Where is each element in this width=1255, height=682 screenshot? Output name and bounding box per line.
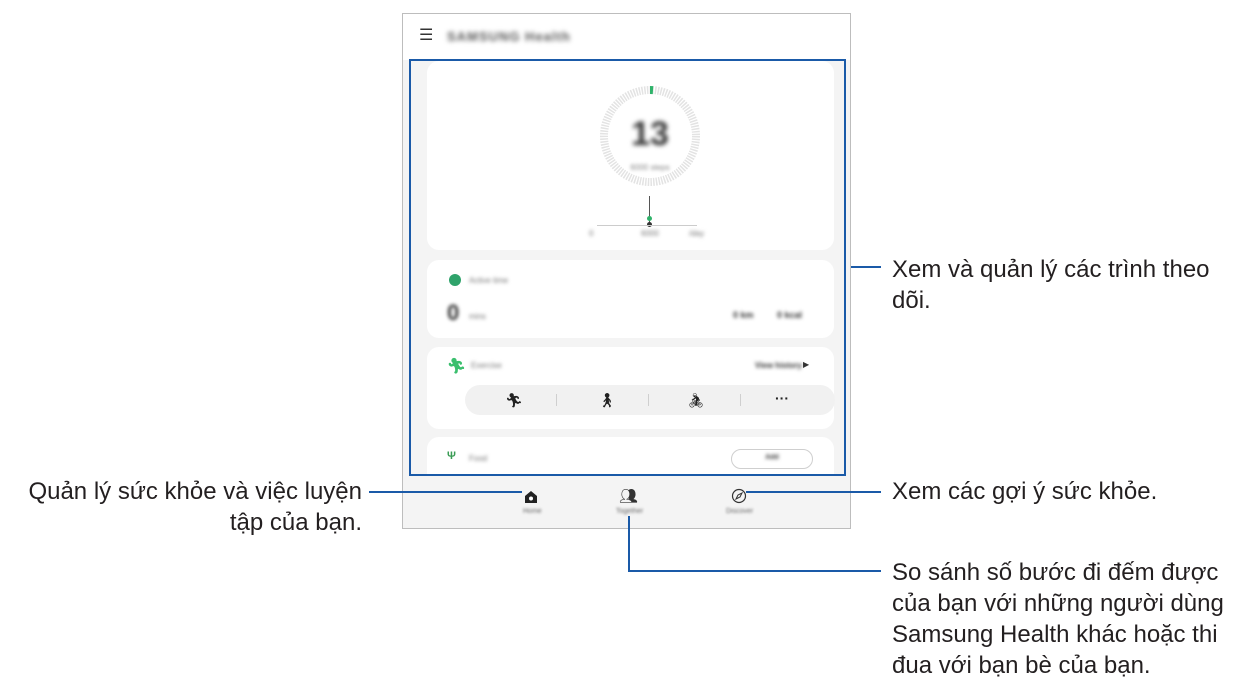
active-time-card[interactable]: Active time 0 mins 0 km 0 kcal: [427, 260, 834, 338]
distance-value: 0 km: [733, 310, 754, 320]
add-food-label: Add: [765, 454, 779, 461]
divider: [740, 394, 741, 406]
timeline-end: /day: [689, 229, 705, 238]
calories-value: 0 kcal: [777, 310, 803, 320]
view-history-arrow-icon[interactable]: ▶: [803, 360, 809, 369]
fork-knife-icon: Ψ: [447, 450, 456, 462]
app-title: SAMSUNG Health: [447, 29, 571, 44]
compass-icon: [731, 488, 747, 504]
callout-home: Quản lý sức khỏe và việc luyện tập của b…: [28, 478, 362, 536]
trackers-area: 13 6000 steps 0 6000 /day Active time 0 …: [409, 59, 846, 476]
steps-goal-label: 6000 steps: [630, 163, 670, 172]
nav-home[interactable]: Home: [501, 482, 561, 526]
active-time-title: Active time: [469, 276, 509, 285]
app-header: ☰ SAMSUNG Health: [403, 14, 850, 60]
nav-together-label: Together: [616, 508, 644, 515]
exercise-title: Exercise: [471, 361, 502, 370]
callout-line-discover: [746, 491, 881, 493]
divider: [556, 394, 557, 406]
running-icon[interactable]: 🏃︎: [505, 392, 523, 408]
callout-line-trackers: [851, 266, 881, 268]
cycling-icon[interactable]: 🚴︎: [687, 392, 705, 408]
people-icon: 👥︎: [619, 488, 639, 505]
callout-line-together-h: [628, 570, 881, 572]
active-time-unit: mins: [469, 312, 486, 321]
steps-count: 13: [631, 115, 669, 153]
nav-discover[interactable]: Discover: [709, 482, 769, 526]
callout-together: So sánh số bước đi đếm được của bạn với …: [892, 559, 1224, 679]
timeline-mid: 6000: [641, 229, 659, 238]
exercise-card[interactable]: 🏃︎ Exercise View history ▶ 🏃︎ 🚶︎ 🚴︎ ···: [427, 347, 835, 429]
callout-discover: Xem các gợi ý sức khỏe.: [892, 478, 1158, 505]
timeline-start: 0: [589, 229, 594, 238]
view-history-link[interactable]: View history: [755, 361, 802, 370]
callout-trackers: Xem và quản lý các trình theo dõi.: [892, 256, 1210, 314]
home-icon: [525, 491, 537, 503]
food-title: Food: [469, 454, 488, 463]
steps-timeline: 0 6000 /day: [577, 196, 727, 238]
more-icon[interactable]: ···: [775, 390, 789, 406]
hamburger-menu-icon[interactable]: ☰: [419, 28, 433, 44]
divider: [648, 394, 649, 406]
nav-discover-label: Discover: [726, 508, 754, 515]
callout-line-together-v: [628, 516, 630, 572]
add-food-button[interactable]: Add: [731, 449, 813, 469]
callout-line-home: [369, 491, 522, 493]
steps-card[interactable]: 13 6000 steps 0 6000 /day: [427, 61, 834, 250]
phone-screen: ☰ SAMSUNG Health 13 6000 steps 0 6000 /d…: [402, 13, 851, 529]
food-card[interactable]: Ψ Food Add: [427, 437, 834, 474]
exercise-icon: 🏃︎: [447, 358, 467, 375]
active-time-value: 0: [447, 300, 460, 325]
walking-icon[interactable]: 🚶︎: [598, 392, 616, 408]
bottom-navigation: Home 👥︎ Together Discover: [403, 482, 850, 528]
clock-icon: [449, 274, 461, 286]
exercise-quick-start: 🏃︎ 🚶︎ 🚴︎ ···: [465, 385, 835, 415]
nav-home-label: Home: [523, 508, 542, 515]
